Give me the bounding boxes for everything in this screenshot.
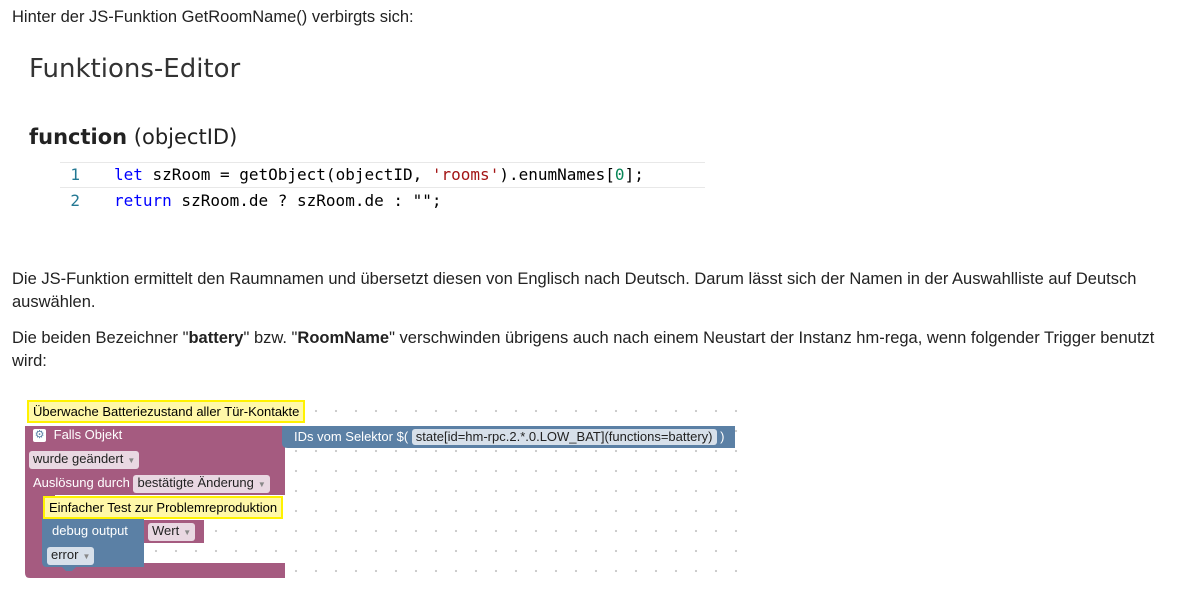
selector-label: IDs vom Selektor $(: [294, 429, 409, 444]
gear-icon[interactable]: ⚙: [33, 429, 46, 443]
selector-close: ): [720, 429, 725, 444]
paragraph-trigger: Die beiden Bezeichner "battery" bzw. "Ro…: [12, 327, 1172, 373]
dropdown-arrow-icon: ▼: [127, 456, 136, 465]
trigger-row-state[interactable]: wurde geändert ▼: [29, 449, 140, 469]
debug-level-row[interactable]: error ▼: [47, 545, 95, 565]
dropdown-arrow-icon: ▼: [183, 528, 192, 537]
debug-value-block[interactable]: Wert ▼: [148, 521, 196, 541]
dropdown-arrow-icon: ▼: [257, 480, 266, 489]
debug-block[interactable]: debug output: [52, 521, 128, 541]
dropdown-arrow-icon: ▼: [82, 552, 91, 561]
para2-bold-battery: battery: [188, 329, 244, 347]
code-text: ).enumNames[: [499, 165, 615, 184]
function-keyword: function: [29, 125, 128, 149]
function-signature: function (objectID): [29, 125, 237, 149]
trigger-label: Falls Objekt: [53, 427, 123, 442]
comment-inner[interactable]: Einfacher Test zur Problemreproduktion: [43, 496, 284, 519]
selector-input[interactable]: state[id=hm-rpc.2.*.0.LOW_BAT](functions…: [411, 429, 717, 445]
code-editor[interactable]: 1 let szRoom = getObject(objectID, 'rooms…: [60, 162, 705, 214]
trigger-state-value: wurde geändert: [33, 451, 124, 466]
code-keyword: return: [114, 191, 172, 210]
intro-text: Hinter der JS-Funktion GetRoomName() ver…: [12, 8, 414, 26]
trigger-cause-label: Auslösung durch: [33, 475, 130, 490]
editor-title: Funktions-Editor: [29, 54, 241, 84]
debug-value-dropdown[interactable]: Wert ▼: [148, 523, 196, 541]
trigger-row-object[interactable]: ⚙ Falls Objekt: [33, 425, 122, 445]
code-text: ;: [431, 191, 442, 210]
function-params: (objectID): [133, 125, 238, 149]
para2-text: " bzw. ": [243, 329, 298, 347]
code-string: "": [412, 191, 432, 210]
trigger-state-dropdown[interactable]: wurde geändert ▼: [29, 451, 140, 469]
line-number: 2: [70, 191, 80, 210]
debug-label: debug output: [52, 523, 128, 538]
paragraph-explanation: Die JS-Funktion ermittelt den Raumnamen …: [12, 270, 1137, 311]
code-number: 0: [614, 165, 625, 184]
para2-bold-roomname: RoomName: [297, 329, 390, 347]
selector-block[interactable]: IDs vom Selektor $( state[id=hm-rpc.2.*.…: [294, 427, 724, 447]
debug-level-value: error: [51, 547, 79, 562]
code-text: szRoom.de ? szRoom.de :: [171, 191, 413, 210]
code-line[interactable]: 1 let szRoom = getObject(objectID, 'rooms…: [60, 162, 705, 188]
blockly-workspace[interactable]: Überwache Batteriezustand aller Tür-Kont…: [20, 397, 740, 585]
code-keyword: let: [114, 165, 143, 184]
debug-value: Wert: [152, 523, 180, 538]
code-text: szRoom = getObject(objectID,: [142, 165, 432, 184]
code-text: ];: [624, 165, 644, 184]
para2-text: Die beiden Bezeichner ": [12, 329, 189, 347]
trigger-cause-value: bestätigte Änderung: [137, 475, 254, 490]
trigger-cause-dropdown[interactable]: bestätigte Änderung ▼: [133, 475, 270, 493]
debug-level-dropdown[interactable]: error ▼: [47, 547, 95, 565]
code-line[interactable]: 2 return szRoom.de ? szRoom.de : "";: [60, 188, 705, 214]
code-string: 'rooms': [431, 165, 500, 184]
trigger-row-cause[interactable]: Auslösung durch bestätigte Änderung ▼: [33, 473, 270, 493]
line-number: 1: [70, 165, 80, 184]
